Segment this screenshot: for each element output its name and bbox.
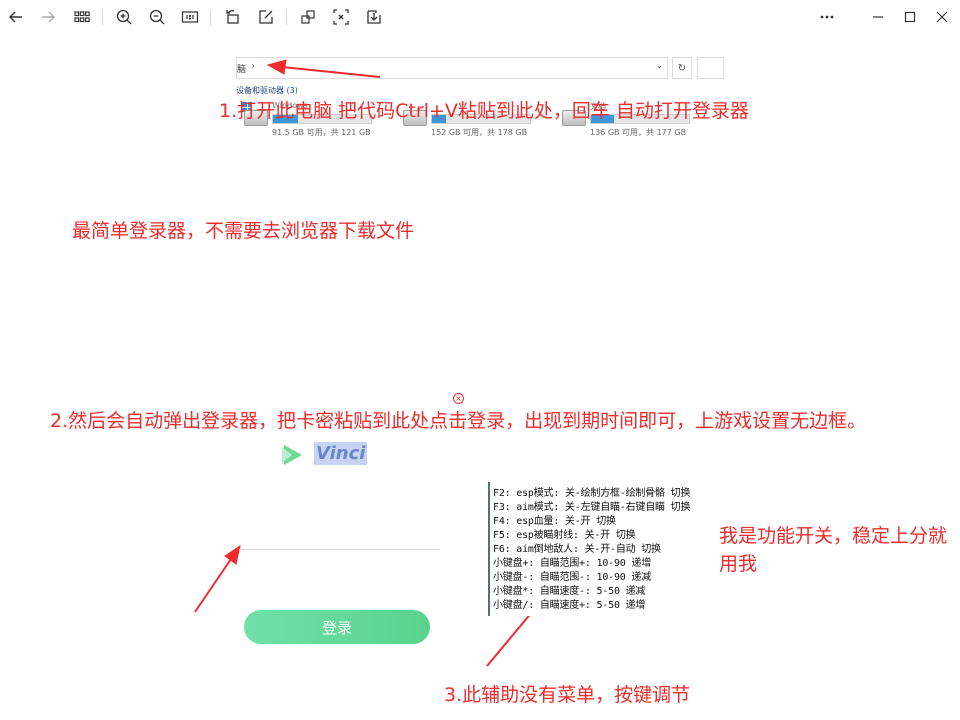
actual-size-icon[interactable] [177,4,203,30]
crop-icon[interactable] [295,4,321,30]
console-line: 小键盘+: 自瞄范围+: 10-90 递增 [493,558,652,569]
console-line: 小键盘-: 自瞄范围-: 10-90 递减 [493,572,652,583]
zoom-out-icon[interactable] [144,4,170,30]
vinci-logo-icon [282,445,302,465]
more-icon[interactable] [814,4,840,30]
console-line: F3: aim模式: 关-左键自瞄-右键自瞄 切换 [493,502,691,513]
console-line: F6: aim倒地敌人: 关-开-自动 切换 [493,544,661,555]
console-line: F2: esp模式: 关-绘制方框-绘制骨骼 切换 [493,488,691,499]
login-brand: Vinci [314,442,368,465]
login-button[interactable]: 登录 [244,610,430,644]
close-icon[interactable] [929,4,955,30]
viewer-toolbar [0,0,960,34]
toolbar-divider [102,9,103,25]
maximize-icon[interactable] [897,4,923,30]
save-icon[interactable] [361,4,387,30]
back-arrow-icon[interactable] [3,4,29,30]
arrow-to-login-input [194,555,234,613]
annotation-arrows [194,59,550,667]
minimize-icon[interactable] [865,4,891,30]
forward-arrow-icon[interactable] [35,4,61,30]
console-line: F4: esp血量: 关-开 切换 [493,516,616,527]
console-line: F5: esp被瞄射线: 关-开 切换 [493,530,636,541]
arrow-head [266,59,287,75]
toolbar-divider [210,9,211,25]
zoom-in-icon[interactable] [111,4,137,30]
hotkey-console: F2: esp模式: 关-绘制方框-绘制骨骼 切换 F3: aim模式: 关-左… [488,482,720,616]
login-close-icon[interactable]: × [453,393,464,404]
rotate-icon[interactable] [220,4,246,30]
edit-icon[interactable] [253,4,279,30]
card-key-input[interactable] [239,520,439,550]
console-line: 小键盘*: 自瞄速度-: 5-50 递减 [493,586,646,597]
console-line: 小键盘/: 自瞄速度+: 5-50 递增 [493,600,646,611]
grid-view-icon[interactable] [69,4,95,30]
arrow-head [224,544,241,565]
image-canvas: 脑 › ⌄ ↻ 设备和驱动器 (3) Windows 91.5 GB 可用，共 … [0,34,960,720]
arrow-to-address-bar [281,66,381,78]
toolbar-divider [286,9,287,25]
fit-screen-icon[interactable] [328,4,354,30]
